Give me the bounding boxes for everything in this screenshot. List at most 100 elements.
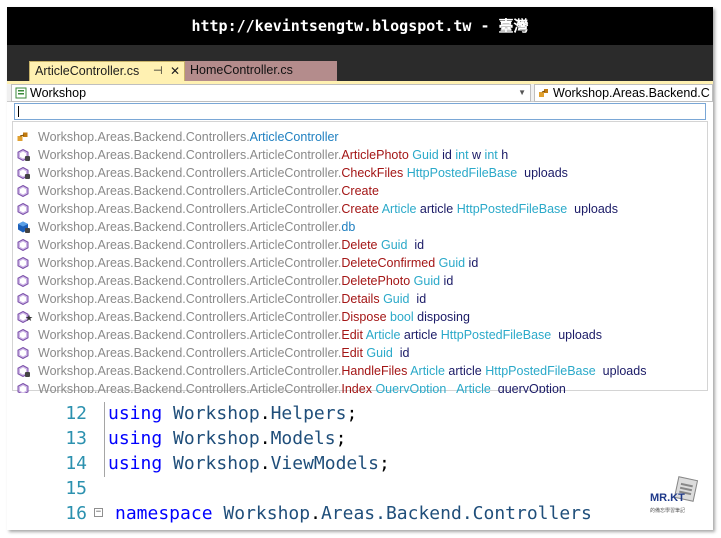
- project-dropdown[interactable]: Workshop ▼: [11, 84, 531, 102]
- completion-param-name: uploads: [567, 202, 618, 216]
- class-icon: [17, 132, 28, 141]
- line-number: 15: [65, 478, 87, 499]
- completion-member-name: Edit: [341, 328, 363, 342]
- private-lock-icon: [25, 372, 30, 377]
- completion-param-type: Guid: [383, 292, 410, 306]
- code-text: using Workshop.Models;: [108, 428, 347, 449]
- blog-url-banner: http://kevintsengtw.blogspot.tw - 臺灣: [7, 7, 713, 45]
- code-line[interactable]: 15: [7, 476, 713, 501]
- completion-namespace: Workshop.Areas.Backend.Controllers.: [38, 130, 250, 144]
- completion-param-name: id: [407, 238, 425, 252]
- completion-param-type: Guid: [438, 256, 466, 270]
- method-icon: [17, 329, 29, 341]
- completion-item[interactable]: Workshop.Areas.Backend.Controllers.Artic…: [13, 164, 703, 182]
- completion-item-text: Workshop.Areas.Backend.Controllers.Artic…: [38, 362, 646, 380]
- completion-param-name: w: [468, 148, 482, 162]
- type-dropdown-value: Workshop.Areas.Backend.C: [553, 86, 710, 100]
- completion-item[interactable]: Workshop.Areas.Backend.Controllers.Artic…: [13, 146, 703, 164]
- line-number: 14: [65, 453, 87, 474]
- completion-member-name: ArticlePhoto: [341, 148, 409, 162]
- close-icon[interactable]: ✕: [170, 62, 180, 81]
- code-line[interactable]: 12 using Workshop.Helpers;: [7, 401, 713, 426]
- completion-item[interactable]: Workshop.Areas.Backend.Controllers.Artic…: [13, 326, 703, 344]
- completion-item[interactable]: Workshop.Areas.Backend.Controllers.Artic…: [13, 182, 703, 200]
- screenshot-frame: http://kevintsengtw.blogspot.tw - 臺灣 Art…: [7, 7, 713, 530]
- method-icon: [17, 293, 29, 305]
- completion-param-type: Article: [365, 328, 401, 342]
- completion-param-name: h: [497, 148, 509, 162]
- intellisense-list[interactable]: Workshop.Areas.Backend.Controllers. Artic…: [12, 121, 708, 396]
- collapse-toggle-icon[interactable]: −: [94, 508, 103, 517]
- completion-param-type: bool: [390, 310, 414, 324]
- private-lock-icon: [25, 228, 30, 233]
- tab-label: HomeController.cs: [190, 63, 293, 77]
- class-icon: [539, 89, 548, 97]
- completion-item[interactable]: Workshop.Areas.Backend.Controllers.Artic…: [13, 128, 703, 146]
- type-dropdown[interactable]: Workshop.Areas.Backend.C: [534, 84, 713, 102]
- code-text: using Workshop.ViewModels;: [108, 453, 390, 474]
- completion-item[interactable]: Workshop.Areas.Backend.Controllers.Artic…: [13, 362, 703, 380]
- completion-item-text: Workshop.Areas.Backend.Controllers.Artic…: [38, 164, 568, 182]
- completion-item-text: Workshop.Areas.Backend.Controllers.Artic…: [38, 290, 426, 308]
- completion-param-type: Guid: [366, 346, 393, 360]
- code-line[interactable]: 16 namespace Workshop.Areas.Backend.Cont…: [7, 501, 713, 526]
- method-icon: [17, 347, 29, 359]
- completion-member-name: db: [341, 220, 356, 234]
- completion-param-type: HttpPostedFileBase: [440, 328, 552, 342]
- completion-item[interactable]: Workshop.Areas.Backend.Controllers.Artic…: [13, 254, 703, 272]
- completion-namespace: Workshop.Areas.Backend.Controllers.Artic…: [38, 328, 342, 342]
- completion-member-name: Create: [341, 184, 379, 198]
- completion-member-name: Dispose: [341, 310, 387, 324]
- private-lock-icon: [25, 174, 30, 179]
- completion-item-text: Workshop.Areas.Backend.Controllers.Artic…: [38, 146, 508, 164]
- completion-param-name: uploads: [595, 364, 647, 378]
- completion-param-name: article: [400, 328, 438, 342]
- completion-item[interactable]: Workshop.Areas.Backend.Controllers.Artic…: [13, 200, 703, 218]
- completion-item[interactable]: Workshop.Areas.Backend.Controllers.Artic…: [13, 344, 703, 362]
- completion-item-text: Workshop.Areas.Backend.Controllers.Artic…: [38, 308, 470, 326]
- completion-namespace: Workshop.Areas.Backend.Controllers.Artic…: [38, 310, 342, 324]
- member-search-input[interactable]: [14, 103, 706, 120]
- completion-param-name: id: [438, 148, 452, 162]
- completion-param-name: id: [392, 346, 410, 360]
- completion-item[interactable]: Workshop.Areas.Backend.Controllers.Artic…: [13, 272, 703, 290]
- completion-param-type: int: [484, 148, 498, 162]
- completion-param-type: Guid: [413, 274, 441, 288]
- completion-param-type: Article: [410, 364, 445, 378]
- logo-title: MR.KT: [650, 492, 685, 504]
- tab-home-controller[interactable]: HomeController.cs: [185, 61, 337, 81]
- code-line[interactable]: 13 using Workshop.Models;: [7, 426, 713, 451]
- pin-icon[interactable]: ⊣: [153, 62, 163, 81]
- completion-item[interactable]: Workshop.Areas.Backend.Controllers.Artic…: [13, 290, 703, 308]
- line-number: 16: [65, 503, 87, 524]
- protected-star-icon: ★: [25, 313, 34, 323]
- method-icon: [17, 185, 29, 197]
- completion-item-text: Workshop.Areas.Backend.Controllers.Artic…: [38, 200, 618, 218]
- completion-member-name: CheckFiles: [341, 166, 404, 180]
- completion-param-type: HttpPostedFileBase: [406, 166, 518, 180]
- completion-item[interactable]: ★ Workshop.Areas.Backend.Controllers.Arti…: [13, 308, 703, 326]
- completion-param-name: article: [444, 364, 482, 378]
- completion-param-name: uploads: [551, 328, 602, 342]
- code-editor[interactable]: 12 using Workshop.Helpers; 13 using Work…: [7, 393, 713, 530]
- tab-article-controller[interactable]: ArticleController.cs ⊣ ✕: [29, 61, 185, 81]
- completion-item[interactable]: Workshop.Areas.Backend.Controllers.Artic…: [13, 218, 703, 236]
- code-line[interactable]: 14 using Workshop.ViewModels;: [7, 451, 713, 476]
- completion-param-name: uploads: [517, 166, 568, 180]
- completion-param-name: article: [416, 202, 454, 216]
- completion-namespace: Workshop.Areas.Backend.Controllers.Artic…: [38, 238, 342, 252]
- completion-param-name: id: [440, 274, 454, 288]
- completion-member-name: Edit: [341, 346, 363, 360]
- completion-param-type: HttpPostedFileBase: [456, 202, 568, 216]
- completion-member-name: DeleteConfirmed: [341, 256, 436, 270]
- completion-param-type: HttpPostedFileBase: [485, 364, 596, 378]
- private-lock-icon: [25, 156, 30, 161]
- completion-member-name: Create: [341, 202, 379, 216]
- completion-param-type: int: [455, 148, 469, 162]
- completion-item[interactable]: Workshop.Areas.Backend.Controllers.Artic…: [13, 236, 703, 254]
- completion-namespace: Workshop.Areas.Backend.Controllers.Artic…: [38, 292, 342, 306]
- chevron-down-icon[interactable]: ▼: [518, 85, 526, 101]
- completion-item-text: Workshop.Areas.Backend.Controllers.Artic…: [38, 344, 410, 362]
- code-text: using Workshop.Helpers;: [108, 403, 358, 424]
- code-text: namespace Workshop.Areas.Backend.Control…: [115, 503, 592, 524]
